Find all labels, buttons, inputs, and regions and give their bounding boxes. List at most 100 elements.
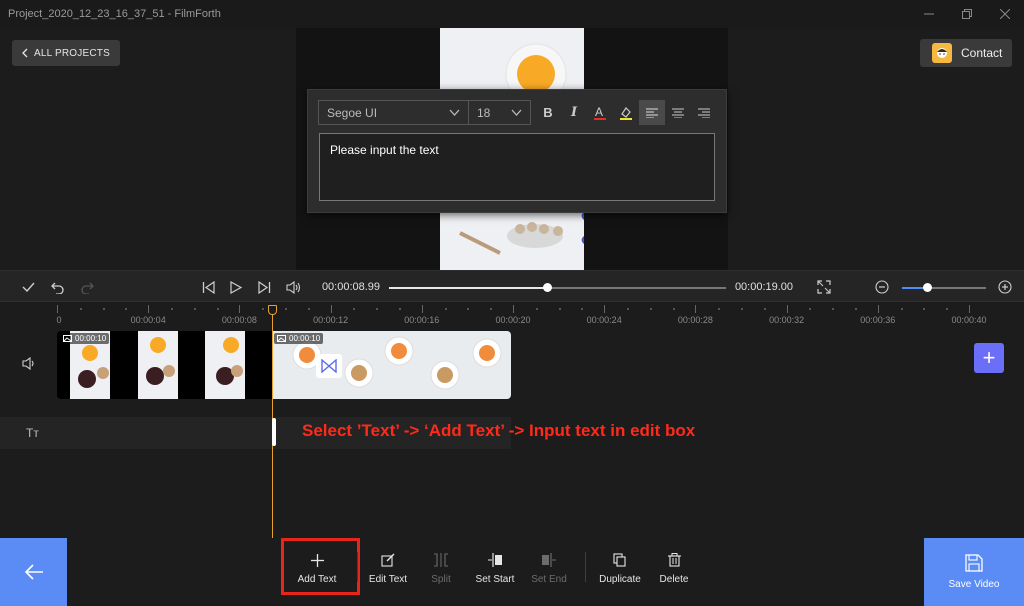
set-start-button[interactable]: Set Start (465, 552, 525, 592)
ruler-label: 00:00:40 (951, 315, 987, 325)
align-center-icon[interactable] (665, 100, 691, 125)
set-end-button: Set End (519, 552, 579, 592)
add-media-button[interactable]: + (974, 343, 1004, 373)
duplicate-button[interactable]: Duplicate (590, 552, 650, 592)
font-color-icon[interactable]: A (587, 100, 613, 125)
ruler-minor-tick (285, 308, 287, 310)
all-projects-label: ALL PROJECTS (34, 47, 110, 59)
playhead-handle[interactable] (268, 305, 277, 315)
zoom-out-icon[interactable] (872, 271, 892, 303)
ruler-minor-tick (376, 308, 379, 310)
zoom-slider-handle[interactable] (923, 283, 933, 292)
ruler-label: 00:00:32 (769, 315, 805, 325)
add-text-label: Add Text (297, 574, 337, 585)
image-icon (277, 335, 286, 342)
italic-icon[interactable]: I (561, 100, 587, 125)
text-input-placeholder: Please input the text (330, 143, 439, 157)
ruler-minor-tick (672, 308, 675, 310)
clip-duration: 00:00:10 (75, 334, 107, 343)
ruler-minor-tick (741, 308, 743, 310)
time-ruler[interactable]: 0 00:00:04 00:00:08 00:00:12 00:00:16 00:00:2… (0, 302, 1024, 328)
highlight-icon[interactable] (613, 100, 639, 125)
close-icon[interactable] (986, 0, 1024, 28)
add-text-button[interactable]: Add Text (287, 552, 347, 592)
ruler-minor-tick (171, 308, 173, 310)
text-track-icon: Tт (26, 426, 39, 440)
ruler-minor-tick (558, 308, 561, 310)
playback-scrubber[interactable] (389, 283, 726, 292)
scrubber-progress (389, 287, 548, 289)
svg-text:A: A (595, 105, 603, 119)
align-left-icon[interactable] (639, 100, 665, 125)
ruler-label: 00:00:08 (221, 315, 257, 325)
tutorial-annotation: Select ’Text’ -> ‘Add Text’ -> Input tex… (302, 421, 696, 440)
skip-forward-icon[interactable] (254, 271, 274, 303)
save-video-label: Save Video (948, 579, 1000, 590)
ruler-tick (57, 305, 58, 313)
chevron-down-icon (449, 109, 460, 116)
text-input-box[interactable]: Please input the text (319, 133, 715, 201)
clip-duration: 00:00:10 (289, 334, 321, 343)
font-size-value: 18 (477, 105, 491, 120)
arrow-left-icon (24, 564, 43, 580)
minimize-icon[interactable] (910, 0, 948, 28)
zoom-in-icon[interactable] (995, 271, 1015, 303)
volume-icon[interactable] (283, 271, 303, 303)
bold-icon[interactable]: B (535, 100, 561, 125)
edit-text-button[interactable]: Edit Text (358, 552, 418, 592)
check-icon[interactable] (18, 271, 38, 303)
toolbar-divider (585, 552, 586, 582)
ruler-tick (786, 305, 788, 313)
font-family-value: Segoe UI (327, 105, 378, 120)
ruler-minor-tick (832, 308, 835, 310)
all-projects-button[interactable]: ALL PROJECTS (12, 40, 120, 66)
ruler-tick (421, 305, 423, 313)
ruler-label: 00:00:36 (860, 315, 896, 325)
track-volume-icon[interactable] (22, 356, 37, 375)
ruler-minor-tick (718, 308, 721, 310)
align-right-icon[interactable] (691, 100, 717, 125)
scrubber-handle[interactable] (543, 283, 553, 292)
ruler-minor-tick (855, 308, 857, 310)
ruler-tick (604, 305, 606, 313)
ruler-minor-tick (946, 308, 949, 310)
text-format-toolbar: Segoe UI 18 B I A (318, 100, 717, 125)
playback-bar: 00:00:08.99 00:00:19.00 (0, 270, 1024, 302)
ruler-tick (969, 305, 970, 313)
ruler-label: 00:00:16 (404, 315, 440, 325)
set-end-icon (541, 552, 557, 568)
contact-button[interactable]: Contact (920, 39, 1012, 67)
ruler-minor-tick (490, 308, 493, 310)
save-video-button[interactable]: Save Video (924, 538, 1024, 606)
ruler-minor-tick (262, 308, 265, 310)
font-size-select[interactable]: 18 (469, 100, 531, 125)
filmforth-app: Project_2020_12_23_16_37_51 - FilmForth (0, 0, 1024, 606)
play-icon[interactable] (226, 271, 246, 303)
font-family-select[interactable]: Segoe UI (318, 100, 469, 125)
current-time: 00:00:08.99 (321, 281, 381, 293)
duplicate-label: Duplicate (599, 574, 641, 585)
delete-button[interactable]: Delete (644, 552, 704, 592)
ruler-label: 00:00:12 (313, 315, 349, 325)
video-track[interactable]: 00:00:10 00:00:10 (57, 331, 511, 399)
restore-icon[interactable] (948, 0, 986, 28)
ruler-tick (148, 305, 150, 313)
save-icon (965, 554, 983, 572)
title-bar: Project_2020_12_23_16_37_51 - FilmForth (0, 0, 1024, 28)
plus-icon (310, 552, 324, 568)
fullscreen-icon[interactable] (814, 271, 834, 303)
chevron-left-icon (22, 48, 28, 58)
trash-icon (667, 552, 681, 568)
undo-icon[interactable] (48, 271, 68, 303)
ruler-minor-tick (399, 308, 401, 310)
ruler-label: 00:00:04 (130, 315, 166, 325)
back-button[interactable] (0, 538, 67, 606)
ruler-tick (513, 305, 514, 313)
ruler-label: 00:00:28 (677, 315, 713, 325)
transition-icon[interactable] (316, 354, 342, 378)
ruler-minor-tick (467, 308, 470, 310)
ruler-minor-tick (900, 308, 903, 310)
zoom-slider[interactable] (902, 283, 986, 292)
skip-back-icon[interactable] (198, 271, 218, 303)
ruler-minor-tick (809, 308, 812, 310)
